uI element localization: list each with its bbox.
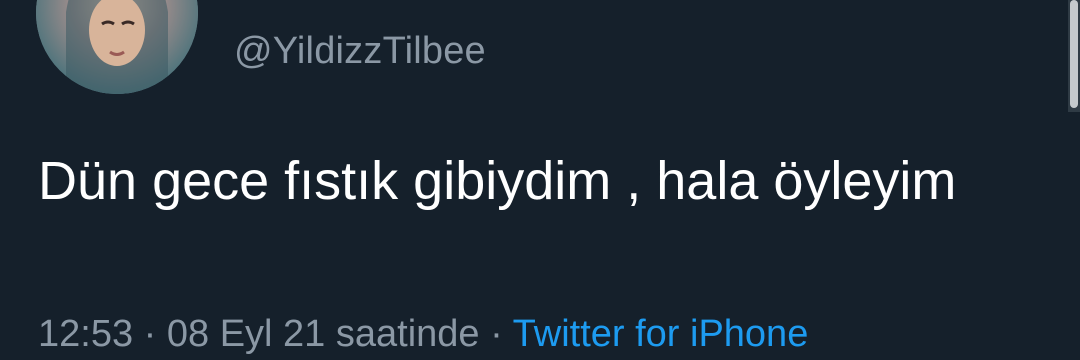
avatar-image <box>36 0 198 94</box>
meta-separator: · <box>490 313 503 355</box>
tweet-text: Dün gece fıstık gibiydim , hala öyleyim <box>38 151 957 211</box>
scrollbar[interactable] <box>1068 0 1080 112</box>
tweet-time[interactable]: 12:53 <box>38 313 133 355</box>
scrollbar-thumb[interactable] <box>1070 0 1078 108</box>
user-handle[interactable]: @YildizzTilbee <box>234 30 486 73</box>
meta-separator: · <box>143 313 157 355</box>
tweet-metadata: 12:53 · 08 Eyl 21 saatinde · Twitter for… <box>38 313 808 356</box>
tweet-detail: @YildizzTilbee Dün gece fıstık gibiydim … <box>0 0 1080 360</box>
avatar[interactable] <box>36 0 198 94</box>
tweet-date[interactable]: 08 Eyl 21 saatinde <box>167 313 480 355</box>
tweet-source-link[interactable]: Twitter for iPhone <box>513 313 809 355</box>
